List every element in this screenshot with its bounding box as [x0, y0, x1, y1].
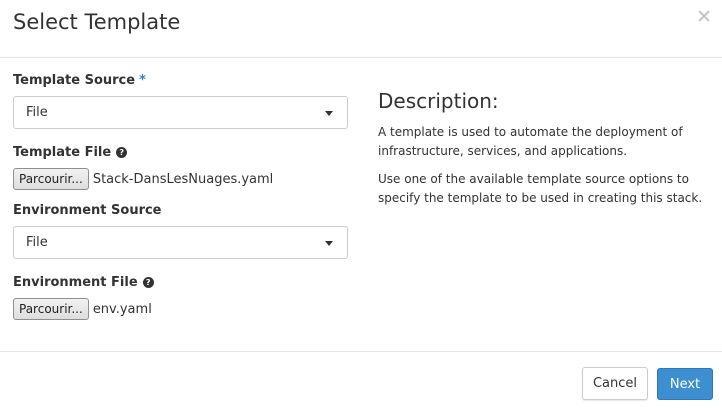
- environment-file-label: Environment File ?: [13, 272, 348, 292]
- template-file-label-text: Template File: [13, 144, 112, 160]
- required-indicator: *: [139, 72, 146, 88]
- template-file-name: Stack-DansLesNuages.yaml: [92, 171, 274, 187]
- template-source-label-text: Template Source: [13, 72, 136, 88]
- template-file-label: Template File ?: [13, 142, 348, 162]
- select-template-modal: Select Template ✕ Template Source * File…: [0, 0, 722, 408]
- description-paragraph: A template is used to automate the deplo…: [378, 125, 683, 158]
- template-file-browse-button[interactable]: Parcourir...: [13, 168, 89, 190]
- template-source-value: File: [26, 105, 48, 120]
- template-file-input: Parcourir... Stack-DansLesNuages.yaml: [13, 167, 348, 191]
- environment-source-label: Environment Source: [13, 200, 348, 220]
- cancel-button[interactable]: Cancel: [582, 367, 648, 400]
- description-panel: Description: A template is used to autom…: [378, 88, 708, 217]
- chevron-down-icon: [325, 241, 333, 246]
- environment-source-label-text: Environment Source: [13, 202, 162, 218]
- next-button[interactable]: Next: [657, 368, 713, 400]
- help-icon[interactable]: ?: [116, 146, 128, 158]
- environment-file-input: Parcourir... env.yaml: [13, 297, 348, 321]
- modal-header: Select Template ✕: [0, 0, 722, 58]
- modal-title: Select Template: [13, 10, 181, 34]
- environment-source-select[interactable]: File: [13, 226, 348, 259]
- environment-source-value: File: [26, 235, 48, 250]
- description-title: Description:: [378, 89, 499, 113]
- template-source-select[interactable]: File: [13, 96, 348, 129]
- description-paragraph: Use one of the available template source…: [378, 172, 703, 205]
- close-button[interactable]: ✕: [696, 7, 712, 27]
- modal-footer: Cancel Next: [0, 351, 722, 408]
- close-icon: ✕: [696, 6, 712, 28]
- template-source-label: Template Source *: [13, 70, 348, 90]
- environment-file-label-text: Environment File: [13, 274, 138, 290]
- help-icon[interactable]: ?: [142, 276, 154, 288]
- chevron-down-icon: [325, 111, 333, 116]
- form-column: Template Source * File Template File ? P…: [13, 70, 348, 321]
- environment-file-name: env.yaml: [92, 301, 152, 317]
- environment-file-browse-button[interactable]: Parcourir...: [13, 298, 89, 320]
